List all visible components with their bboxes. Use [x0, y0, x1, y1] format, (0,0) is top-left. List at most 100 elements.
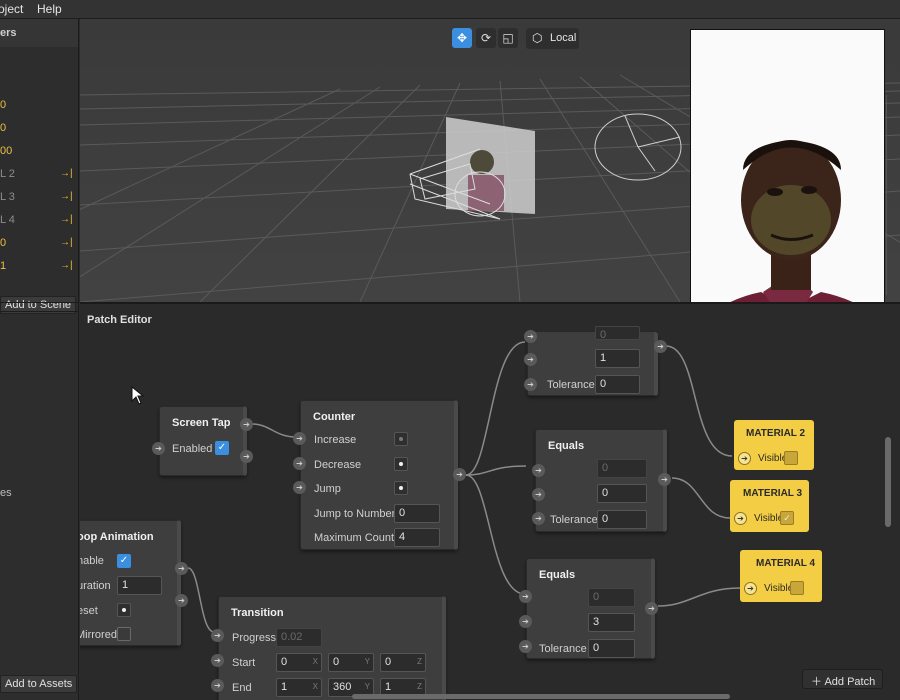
mirrored-checkbox[interactable] — [117, 627, 131, 641]
patch-horizontal-scrollbar[interactable] — [352, 694, 730, 699]
menu-project[interactable]: oject — [0, 2, 23, 16]
input-port-icon[interactable]: ➔ — [519, 640, 532, 653]
input-port-icon[interactable]: ➔ — [519, 615, 532, 628]
scale-icon[interactable]: ◱ — [498, 28, 518, 48]
equals-node-mid[interactable]: Equals 0 0 Tolerance 0 — [535, 429, 667, 532]
transition-node[interactable]: Transition Progress 0.02 Start 0X 0Y 0Z … — [218, 596, 446, 700]
input-port-icon[interactable]: ➔ — [524, 378, 537, 391]
output-port-icon[interactable]: ➔ — [175, 562, 188, 575]
equals-bottom-value-field[interactable]: 3 — [588, 613, 635, 632]
equals-node-bottom[interactable]: Equals 0 3 Tolerance 0 — [526, 558, 655, 659]
axis-x-label: X — [312, 682, 318, 691]
output-port-icon[interactable]: ➔ — [645, 602, 658, 615]
input-port-icon[interactable]: ➔ — [738, 452, 751, 465]
layer-item[interactable]: 0 — [0, 96, 78, 116]
start-x-field[interactable]: 0X — [276, 653, 322, 672]
progress-field[interactable]: 0.02 — [276, 628, 322, 647]
start-label: Start — [232, 657, 256, 669]
patch-editor[interactable]: Patch Editor Screen Tap ➔ Enabled ✓ ➔ ➔ … — [80, 302, 900, 700]
output-port-icon[interactable]: ➔ — [658, 473, 671, 486]
counter-output-port[interactable]: ➔ — [453, 468, 466, 481]
menu-bar: oject Help — [0, 0, 900, 19]
screen-tap-output-port[interactable]: ➔ — [240, 450, 253, 463]
viewport-scrollbar[interactable] — [886, 95, 887, 295]
input-port-icon[interactable]: ➔ — [519, 590, 532, 603]
equals-node-top[interactable]: 0 1 Tolerance 0 — [527, 326, 658, 396]
equals-bottom-tolerance-field[interactable]: 0 — [588, 639, 635, 658]
equals-bottom-first-field[interactable]: 0 — [588, 588, 635, 607]
start-input-port[interactable]: ➔ — [211, 654, 224, 667]
material-3-node[interactable]: MATERIAL 3 ➔ Visible ✓ — [730, 480, 809, 532]
progress-input-port[interactable]: ➔ — [211, 629, 224, 642]
duration-field[interactable]: 1 — [117, 576, 162, 595]
input-port-icon[interactable]: ➔ — [734, 512, 747, 525]
scene-viewport[interactable]: ✥ ⟳ ◱ ⬡ Local — [80, 19, 900, 302]
counter-node[interactable]: Counter Increase Decrease Jump Jump to N… — [300, 400, 458, 550]
jump-input-port[interactable]: ➔ — [293, 481, 306, 494]
layer-item[interactable]: 0 — [0, 119, 78, 139]
layer-item[interactable]: L 4 →| — [0, 211, 78, 231]
input-port-icon[interactable]: ➔ — [152, 442, 165, 455]
decrease-input-port[interactable]: ➔ — [293, 457, 306, 470]
equals-top-tolerance-field[interactable]: 0 — [595, 375, 640, 394]
assets-item-label[interactable]: es — [0, 487, 12, 499]
layer-item[interactable]: L 2 →| — [0, 165, 78, 185]
enabled-checkbox[interactable]: ✓ — [215, 441, 229, 455]
loop-animation-node[interactable]: oop Animation nable ✓ uration 1 eset Mir… — [80, 520, 181, 646]
equals-top-first-field[interactable]: 0 — [595, 326, 640, 341]
layer-link-icon[interactable]: →| — [60, 237, 73, 248]
increase-input-port[interactable]: ➔ — [293, 432, 306, 445]
layer-item[interactable]: L 3 →| — [0, 188, 78, 208]
axis-x-label: X — [312, 657, 318, 666]
layer-link-icon[interactable]: →| — [60, 260, 73, 271]
output-port-icon[interactable]: ➔ — [175, 594, 188, 607]
screen-tap-node[interactable]: Screen Tap ➔ Enabled ✓ — [152, 406, 247, 476]
visible-checkbox[interactable]: ✓ — [780, 511, 794, 525]
visible-checkbox[interactable] — [790, 581, 804, 595]
move-icon[interactable]: ✥ — [452, 28, 472, 48]
reset-pulse[interactable] — [117, 603, 131, 617]
material-4-node[interactable]: MATERIAL 4 ➔ Visible — [740, 550, 822, 602]
layer-link-icon[interactable]: →| — [60, 214, 73, 225]
equals-top-value-field[interactable]: 1 — [595, 349, 640, 368]
decrease-pulse[interactable] — [394, 457, 408, 471]
input-port-icon[interactable]: ➔ — [524, 353, 537, 366]
input-port-icon[interactable]: ➔ — [532, 464, 545, 477]
screen-tap-output-port[interactable]: ➔ — [240, 418, 253, 431]
layer-item[interactable]: 0 →| — [0, 234, 78, 254]
enable-checkbox[interactable]: ✓ — [117, 554, 131, 568]
end-input-port[interactable]: ➔ — [211, 679, 224, 692]
equals-mid-value-field[interactable]: 0 — [597, 484, 647, 503]
preview-image — [691, 30, 884, 302]
patch-vertical-scrollbar[interactable] — [885, 437, 891, 527]
equals-mid-tolerance-field[interactable]: 0 — [597, 510, 647, 529]
input-port-icon[interactable]: ➔ — [532, 512, 545, 525]
jump-to-number-field[interactable]: 0 — [394, 504, 440, 523]
visible-checkbox[interactable] — [784, 451, 798, 465]
start-z-value: 0 — [385, 656, 392, 668]
equals-mid-first-field[interactable]: 0 — [597, 459, 647, 478]
input-port-icon[interactable]: ➔ — [532, 488, 545, 501]
add-to-assets-button[interactable]: Add to Assets — [0, 675, 78, 693]
axis-z-label: Z — [417, 682, 422, 691]
rotate-icon[interactable]: ⟳ — [476, 28, 496, 48]
increase-pulse[interactable] — [394, 432, 408, 446]
output-port-icon[interactable]: ➔ — [654, 340, 667, 353]
start-y-field[interactable]: 0Y — [328, 653, 374, 672]
end-x-field[interactable]: 1X — [276, 678, 322, 697]
layer-link-icon[interactable]: →| — [60, 191, 73, 202]
material-2-node[interactable]: MATERIAL 2 ➔ Visible — [734, 420, 814, 470]
maximum-count-field[interactable]: 4 — [394, 528, 440, 547]
layer-item[interactable]: 1 →| — [0, 257, 78, 277]
input-port-icon[interactable]: ➔ — [744, 582, 757, 595]
menu-help[interactable]: Help — [37, 2, 62, 16]
add-patch-button[interactable]: ＋ Add Patch — [802, 669, 883, 689]
start-z-field[interactable]: 0Z — [380, 653, 426, 672]
mouse-cursor-icon — [131, 386, 145, 405]
jump-pulse[interactable] — [394, 481, 408, 495]
layer-label: 0 — [0, 237, 7, 249]
layer-item[interactable]: 00 — [0, 142, 78, 162]
layer-link-icon[interactable]: →| — [60, 168, 73, 179]
input-port-icon[interactable]: ➔ — [524, 330, 537, 343]
local-space-toggle[interactable]: ⬡ Local — [526, 28, 579, 49]
